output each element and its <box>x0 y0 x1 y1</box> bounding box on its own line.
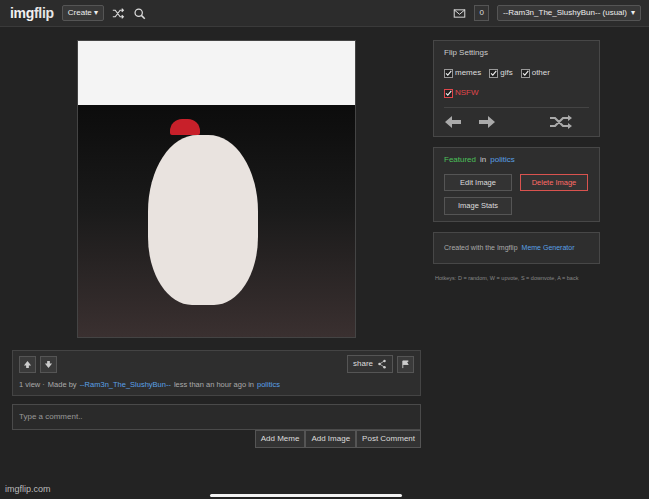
generator-link[interactable]: Meme Generator <box>522 243 575 254</box>
downvote-button[interactable] <box>40 356 57 373</box>
made-by: Made by <box>48 379 77 390</box>
share-label[interactable]: share <box>353 358 373 370</box>
filter-checkbox[interactable] <box>444 89 453 98</box>
notification-count[interactable]: 0 <box>474 5 488 21</box>
next-arrow-icon[interactable] <box>478 115 496 129</box>
featured-panel: Featured in politics Edit Image Delete Im… <box>433 147 600 222</box>
check-icon <box>522 69 529 77</box>
view-count: 1 view · <box>19 379 45 390</box>
username[interactable]: --Ram3n_The_SlushyBun-- (usual) <box>503 8 627 18</box>
comment-action-button[interactable]: Post Comment <box>356 430 421 448</box>
top-navbar: imgflip Create ▾ 0 --Ram3n_The_SlushyBun… <box>0 0 649 27</box>
main-area: share 1 view · Made by --Ram3n_The_Slush… <box>0 27 649 448</box>
flag-button[interactable] <box>397 356 414 373</box>
hotkeys-hint: Hotkeys: D = random, W = upvote, S = dow… <box>433 274 600 282</box>
post-time: less than an hour ago in <box>174 379 254 390</box>
filter-label[interactable]: other <box>532 67 550 79</box>
filter-checkbox[interactable] <box>521 69 530 78</box>
featured-line: Featured in politics <box>444 154 589 166</box>
filter-option[interactable]: memes <box>444 67 481 79</box>
watermark: imgflip.com <box>5 483 51 497</box>
generator-panel: Created with the Imgflip Meme Generator <box>433 232 600 265</box>
filter-checkbox[interactable] <box>444 69 453 78</box>
check-icon <box>445 89 452 97</box>
check-icon <box>490 69 497 77</box>
filter-label[interactable]: gifs <box>500 67 512 79</box>
image-action-button[interactable]: Image Stats <box>444 197 512 214</box>
shuffle-icon[interactable] <box>112 7 125 20</box>
flip-settings-panel: Flip Settings memes gifs other NSFW <box>433 40 600 137</box>
category-link[interactable]: politics <box>257 379 280 390</box>
sidebar: Flip Settings memes gifs other NSFW Feature… <box>433 40 600 448</box>
share-icon[interactable] <box>377 359 387 369</box>
imgflip-logo[interactable]: imgflip <box>10 6 54 20</box>
down-arrow-icon[interactable] <box>44 360 53 369</box>
image-column: share 1 view · Made by --Ram3n_The_Slush… <box>12 40 421 448</box>
flag-icon[interactable] <box>401 360 410 369</box>
search-icon[interactable] <box>133 7 146 20</box>
image-action-button[interactable]: Edit Image <box>444 174 512 191</box>
filter-checkbox[interactable] <box>489 69 498 78</box>
featured-label: Featured <box>444 154 476 166</box>
home-indicator <box>210 494 402 497</box>
generator-text: Created with the Imgflip <box>444 243 518 254</box>
comment-action-button[interactable]: Add Meme <box>255 430 306 448</box>
generator-line: Created with the Imgflip Meme Generator <box>444 239 589 258</box>
filter-label[interactable]: memes <box>455 67 481 79</box>
logo-img[interactable]: img <box>10 6 34 20</box>
upvote-button[interactable] <box>19 356 36 373</box>
mail-icon[interactable] <box>453 7 466 20</box>
panel-title: Flip Settings <box>444 47 589 59</box>
author-link[interactable]: --Ram3n_The_SlushyBun-- <box>80 379 171 390</box>
random-icon[interactable] <box>549 114 573 130</box>
back-arrow-icon[interactable] <box>444 115 462 129</box>
in-label: in <box>480 154 486 166</box>
caret[interactable]: ▾ <box>631 8 635 18</box>
logo-flip[interactable]: flip <box>34 6 54 20</box>
meme-meta: 1 view · Made by --Ram3n_The_SlushyBun--… <box>19 379 414 390</box>
filter-option[interactable]: other <box>521 67 550 79</box>
user-menu-button[interactable]: --Ram3n_The_SlushyBun-- (usual) ▾ <box>497 5 641 21</box>
category-link[interactable]: politics <box>490 154 514 166</box>
vote-bar: share 1 view · Made by --Ram3n_The_Slush… <box>12 350 421 396</box>
comment-action-button[interactable]: Add Image <box>305 430 356 448</box>
up-arrow-icon[interactable] <box>23 360 32 369</box>
image-action-button[interactable]: Delete Image <box>520 174 588 191</box>
share-button[interactable]: share <box>347 355 393 373</box>
meme-image <box>77 40 356 338</box>
comment-input[interactable] <box>12 404 421 430</box>
comment-buttons: Add MemeAdd ImagePost Comment <box>12 430 421 448</box>
filter-option[interactable]: gifs <box>489 67 512 79</box>
filter-option[interactable]: NSFW <box>444 87 479 99</box>
create-button[interactable]: Create ▾ <box>62 5 104 21</box>
filter-label[interactable]: NSFW <box>455 87 479 99</box>
check-icon <box>445 69 452 77</box>
